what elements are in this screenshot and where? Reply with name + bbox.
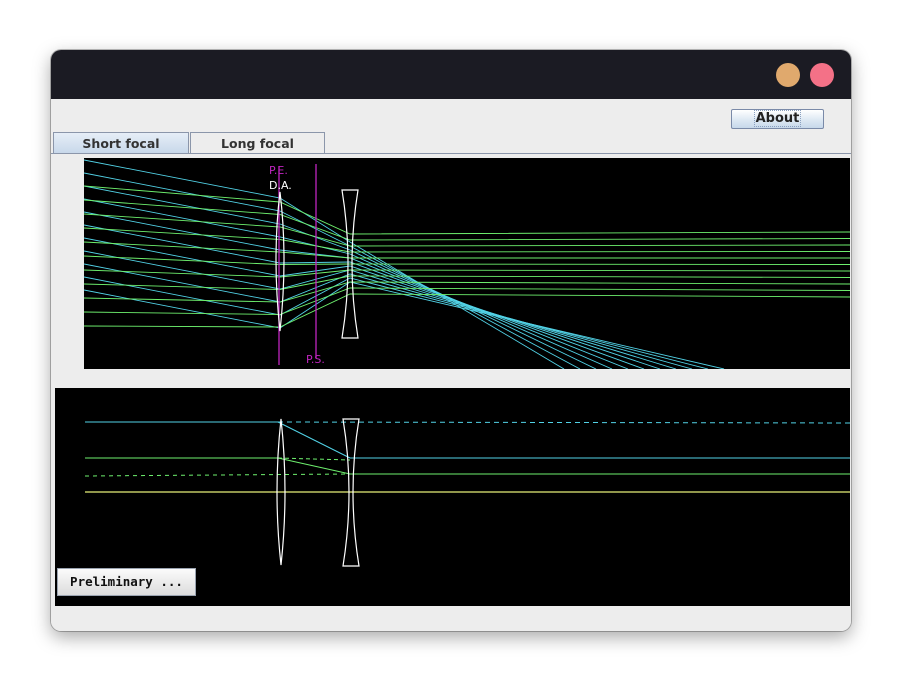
green-dashed-reference <box>84 473 351 477</box>
cyan-ray-refracted <box>277 421 351 459</box>
entrance-pupil-label: P.E. <box>269 164 288 177</box>
green-ray-0 <box>84 185 850 235</box>
cyan-ray-9 <box>84 276 709 369</box>
cyan-ray-7 <box>84 250 677 369</box>
tab-panel-short-focal: P.E. D.A. P.S. Preliminary ... <box>53 154 850 609</box>
about-button[interactable]: About <box>731 109 824 129</box>
green-ray-extension <box>277 457 351 461</box>
tab-long-focal-systems[interactable]: Long focal systems <box>190 132 325 172</box>
ray-diagram-top[interactable]: P.E. D.A. P.S. <box>84 158 850 369</box>
green-ray-4 <box>84 241 850 259</box>
exit-pupil-label: P.S. <box>306 353 325 366</box>
cyan-ray-10 <box>84 281 725 369</box>
cyan-ray-extension <box>277 421 850 424</box>
minimize-button[interactable] <box>776 63 800 87</box>
aperture-stop-label: D.A. <box>269 179 292 192</box>
preliminary-button[interactable]: Preliminary ... <box>57 568 196 596</box>
status-bar <box>51 611 851 631</box>
app-window: About Short focal systems Long focal sys… <box>51 50 851 631</box>
tab-short-focal-systems[interactable]: Short focal systems <box>53 132 189 172</box>
close-button[interactable] <box>810 63 834 87</box>
green-ray-refracted <box>277 457 351 475</box>
ray-diagram-top-canvas: P.E. D.A. P.S. <box>84 159 850 369</box>
cyan-ray-1 <box>84 172 581 369</box>
green-ray-2 <box>84 213 850 247</box>
title-bar <box>51 50 851 99</box>
about-button-label: About <box>753 110 802 127</box>
green-ray-9 <box>84 287 850 315</box>
